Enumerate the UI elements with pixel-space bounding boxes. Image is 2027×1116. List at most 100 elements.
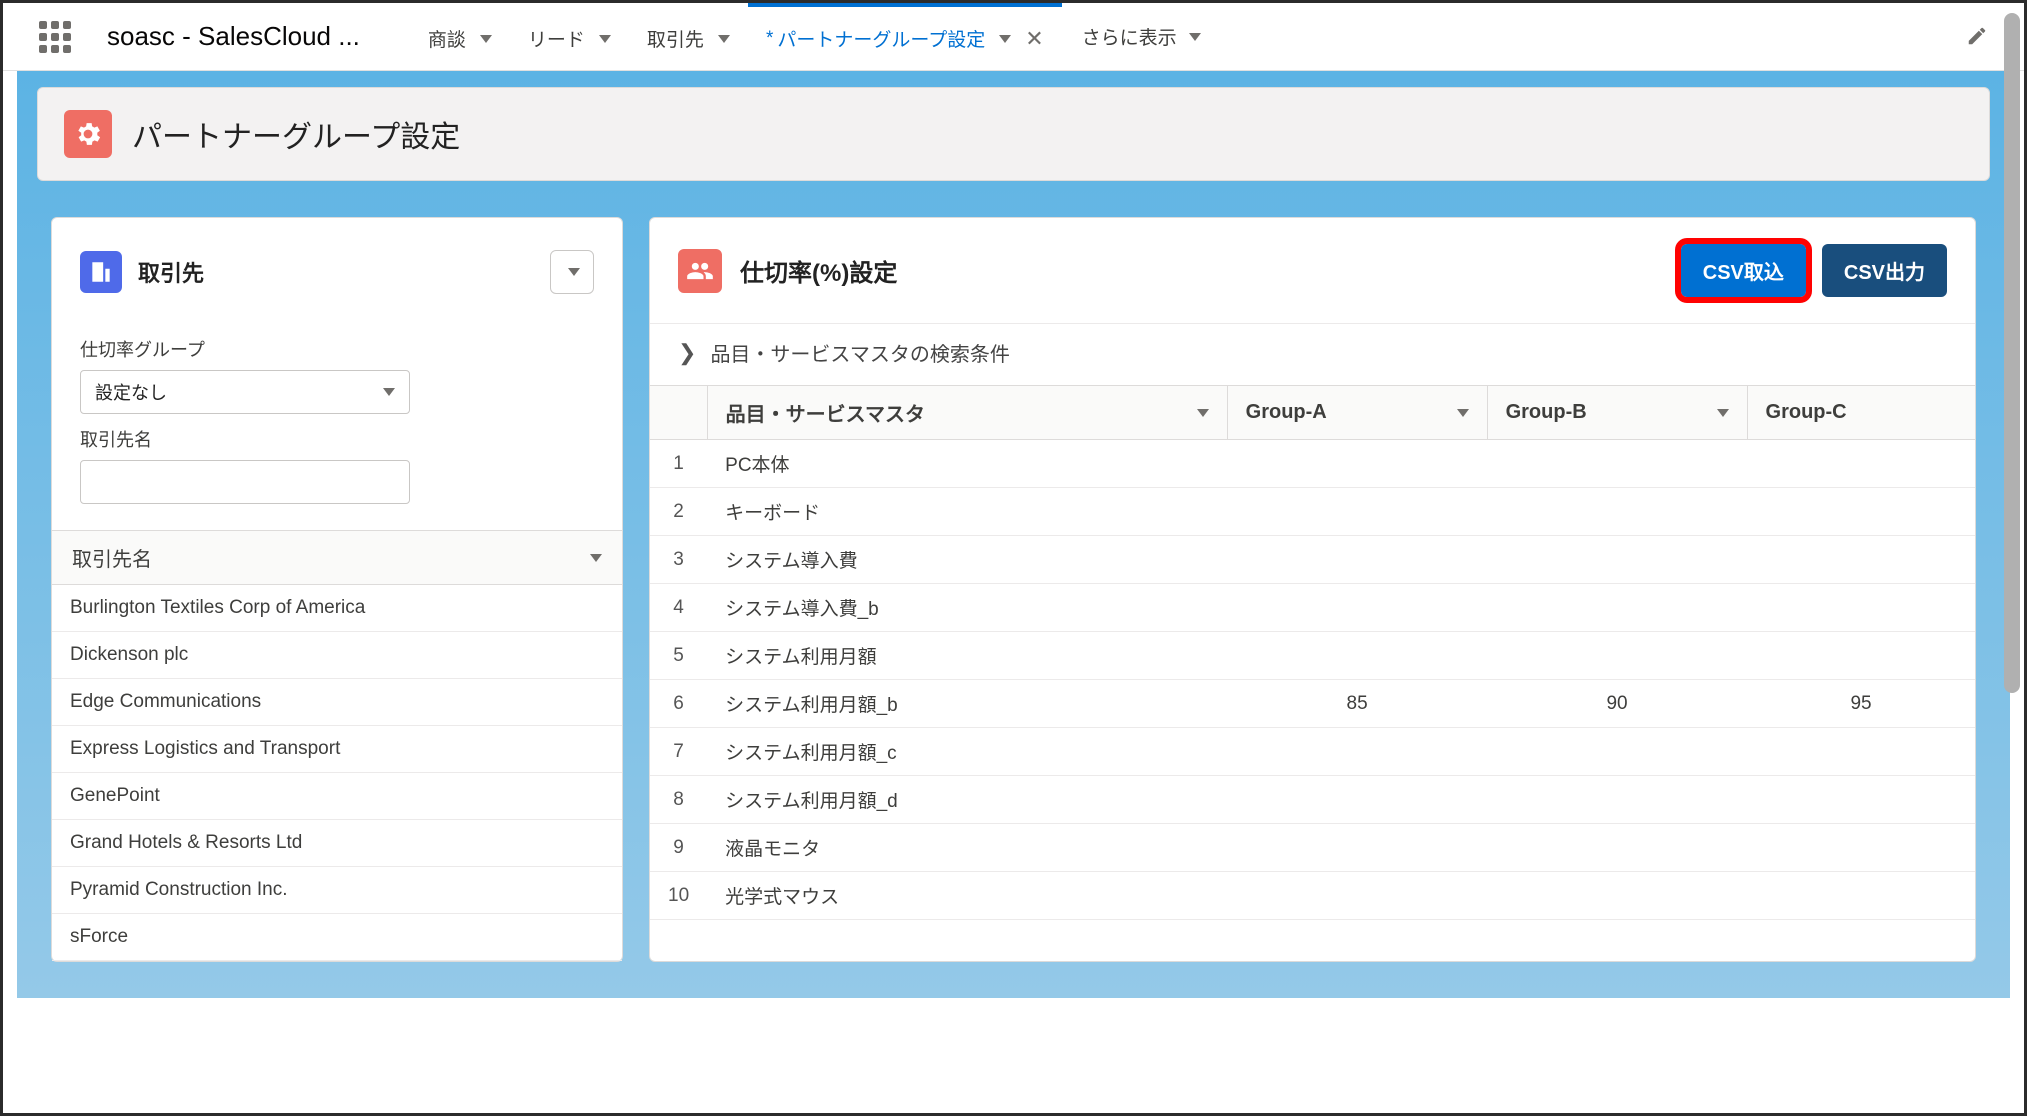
search-criteria-toggle[interactable]: ❯ 品目・サービスマスタの検索条件 — [650, 323, 1975, 385]
close-icon[interactable]: ✕ — [1025, 26, 1043, 52]
table-row[interactable]: 4システム導入費_b — [650, 584, 1975, 632]
scrollbar[interactable] — [2004, 13, 2020, 693]
column-header-group-c[interactable]: Group-C — [1747, 386, 1975, 440]
account-list-header-label: 取引先名 — [72, 543, 152, 572]
list-item[interactable]: Pyramid Construction Inc. — [52, 867, 622, 914]
table-row[interactable]: 6システム利用月額_b859095 — [650, 680, 1975, 728]
table-row[interactable]: 9液晶モニタ — [650, 824, 1975, 872]
list-item[interactable]: Grand Hotels & Resorts Ltd — [52, 820, 622, 867]
group-b-cell[interactable] — [1487, 536, 1747, 584]
group-a-cell[interactable] — [1227, 488, 1487, 536]
group-a-cell[interactable] — [1227, 824, 1487, 872]
right-panel: 仕切率(%)設定 CSV取込 CSV出力 ❯ 品目・サービスマスタの検索条件 — [649, 217, 1976, 962]
group-c-cell[interactable] — [1747, 824, 1975, 872]
item-name-cell: 光学式マウス — [707, 872, 1227, 920]
table-row[interactable]: 7システム利用月額_c — [650, 728, 1975, 776]
list-item[interactable]: Edge Communications — [52, 679, 622, 726]
account-icon — [80, 251, 122, 293]
chevron-down-icon — [1457, 409, 1469, 417]
group-select-value: 設定なし — [95, 379, 167, 405]
group-b-cell[interactable] — [1487, 488, 1747, 536]
group-c-cell[interactable] — [1747, 584, 1975, 632]
group-c-cell[interactable] — [1747, 440, 1975, 488]
list-item[interactable]: GenePoint — [52, 773, 622, 820]
group-c-cell[interactable]: 95 — [1747, 680, 1975, 728]
header-band: パートナーグループ設定 取引先 仕切率グル — [17, 71, 2010, 998]
list-item[interactable]: Express Logistics and Transport — [52, 726, 622, 773]
row-number: 1 — [650, 440, 707, 488]
group-c-cell[interactable] — [1747, 488, 1975, 536]
nav-tab-opportunity[interactable]: 商談 — [410, 3, 510, 70]
chevron-down-icon[interactable] — [480, 35, 492, 43]
nav-tab-partner-group-settings[interactable]: * パートナーグループ設定 ✕ — [748, 3, 1062, 70]
nav-tab-lead[interactable]: リード — [510, 3, 629, 70]
table-row[interactable]: 3システム導入費 — [650, 536, 1975, 584]
row-number: 2 — [650, 488, 707, 536]
table-row[interactable]: 8システム利用月額_d — [650, 776, 1975, 824]
item-name-cell: PC本体 — [707, 440, 1227, 488]
chevron-down-icon — [1197, 409, 1209, 417]
nav-tab-account[interactable]: 取引先 — [629, 3, 748, 70]
chevron-down-icon[interactable] — [718, 35, 730, 43]
group-b-cell[interactable] — [1487, 440, 1747, 488]
table-row[interactable]: 2キーボード — [650, 488, 1975, 536]
group-b-cell[interactable] — [1487, 824, 1747, 872]
column-header-group-b[interactable]: Group-B — [1487, 386, 1747, 440]
chevron-down-icon[interactable] — [599, 35, 611, 43]
group-c-cell[interactable] — [1747, 536, 1975, 584]
csv-export-button[interactable]: CSV出力 — [1822, 244, 1947, 297]
account-name-input[interactable] — [80, 460, 410, 504]
column-header-group-a[interactable]: Group-A — [1227, 386, 1487, 440]
left-panel: 取引先 仕切率グループ 設定なし 取引先名 取引先名 — [51, 217, 623, 962]
topbar: soasc - SalesCloud ... 商談 リード 取引先 * パートナ… — [3, 3, 2024, 71]
csv-import-button[interactable]: CSV取込 — [1681, 244, 1806, 297]
group-select[interactable]: 設定なし — [80, 370, 410, 414]
column-header-item[interactable]: 品目・サービスマスタ — [707, 386, 1227, 440]
list-item[interactable]: Burlington Textiles Corp of America — [52, 585, 622, 632]
column-label: Group-A — [1246, 401, 1327, 424]
nav-tab-label: パートナーグループ設定 — [777, 25, 985, 52]
table-row[interactable]: 1PC本体 — [650, 440, 1975, 488]
item-name-cell: 液晶モニタ — [707, 824, 1227, 872]
item-name-cell: システム利用月額 — [707, 632, 1227, 680]
list-item[interactable]: sForce — [52, 914, 622, 961]
group-a-cell[interactable] — [1227, 440, 1487, 488]
table-row[interactable]: 10光学式マウス — [650, 872, 1975, 920]
group-a-cell[interactable]: 85 — [1227, 680, 1487, 728]
group-b-cell[interactable]: 90 — [1487, 680, 1747, 728]
group-a-cell[interactable] — [1227, 584, 1487, 632]
page-title: パートナーグループ設定 — [132, 112, 460, 156]
item-name-cell: システム利用月額_b — [707, 680, 1227, 728]
app-launcher-icon[interactable] — [39, 21, 71, 53]
item-name-cell: システム導入費 — [707, 536, 1227, 584]
nav-more[interactable]: さらに表示 — [1062, 23, 1221, 50]
account-list-header[interactable]: 取引先名 — [52, 530, 622, 585]
group-c-cell[interactable] — [1747, 872, 1975, 920]
edit-pencil-icon[interactable] — [1966, 25, 1988, 52]
group-a-cell[interactable] — [1227, 776, 1487, 824]
chevron-down-icon[interactable] — [999, 35, 1011, 43]
group-c-cell[interactable] — [1747, 632, 1975, 680]
group-b-cell[interactable] — [1487, 584, 1747, 632]
group-a-cell[interactable] — [1227, 728, 1487, 776]
table-row[interactable]: 5システム利用月額 — [650, 632, 1975, 680]
search-criteria-label: 品目・サービスマスタの検索条件 — [710, 338, 1009, 367]
group-a-cell[interactable] — [1227, 872, 1487, 920]
nav-tab-label: 取引先 — [647, 25, 704, 52]
row-number: 3 — [650, 536, 707, 584]
group-a-cell[interactable] — [1227, 536, 1487, 584]
chevron-right-icon: ❯ — [678, 340, 696, 366]
group-b-cell[interactable] — [1487, 872, 1747, 920]
page-header: パートナーグループ設定 — [37, 87, 1990, 181]
people-icon — [678, 249, 722, 293]
group-b-cell[interactable] — [1487, 632, 1747, 680]
group-b-cell[interactable] — [1487, 728, 1747, 776]
left-panel-dropdown-button[interactable] — [550, 250, 594, 294]
group-b-cell[interactable] — [1487, 776, 1747, 824]
group-a-cell[interactable] — [1227, 632, 1487, 680]
unsaved-indicator-icon: * — [766, 28, 773, 50]
row-number: 5 — [650, 632, 707, 680]
group-c-cell[interactable] — [1747, 728, 1975, 776]
list-item[interactable]: Dickenson plc — [52, 632, 622, 679]
group-c-cell[interactable] — [1747, 776, 1975, 824]
